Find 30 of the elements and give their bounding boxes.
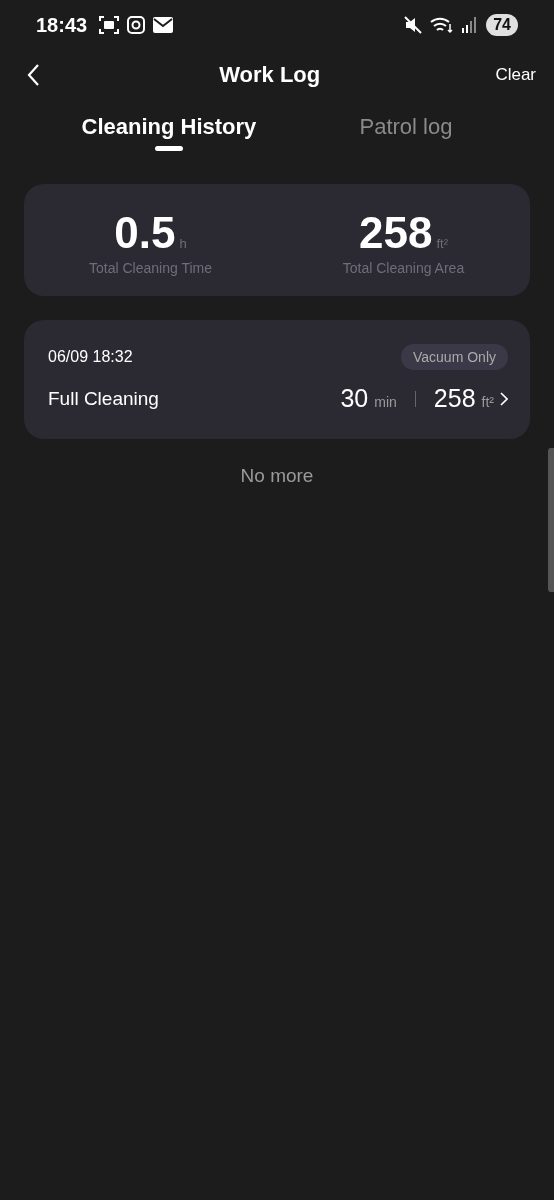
- stat-value: 0.5: [114, 208, 176, 257]
- battery-level: 74: [486, 14, 518, 36]
- mute-icon: [404, 16, 423, 34]
- stat-unit: h: [179, 236, 187, 251]
- scrollbar-thumb[interactable]: [548, 448, 554, 592]
- signal-icon: [462, 17, 479, 33]
- tab[interactable]: Patrol log: [359, 114, 453, 160]
- stat-unit: ft²: [436, 236, 448, 251]
- area-unit: ft²: [481, 394, 494, 410]
- stat-label: Total Cleaning Area: [342, 260, 465, 276]
- stat-label: Total Cleaning Time: [89, 260, 212, 276]
- record-datetime: 06/09 18:32: [48, 348, 133, 366]
- status-time: 18:43: [36, 13, 88, 37]
- wifi-icon: [430, 16, 455, 34]
- chevron-icon: [500, 391, 508, 406]
- camera-icon: [127, 16, 146, 34]
- clear-button[interactable]: Clear: [495, 65, 536, 85]
- stat-value: 258: [359, 208, 433, 257]
- screenshot-icon: [99, 16, 120, 34]
- area-value: 258: [433, 384, 476, 413]
- record-name: Full Cleaning: [48, 387, 159, 410]
- page-title: Work Log: [218, 62, 322, 88]
- mail-icon: [153, 17, 174, 33]
- end-of-list-text: No more: [239, 465, 315, 487]
- duration-unit: min: [374, 394, 397, 410]
- record-card[interactable]: 06/09 18:32 Vacuum Only Full Cleaning 30 min 258 ft²: [24, 320, 530, 439]
- back-icon[interactable]: [26, 63, 40, 87]
- duration-value: 30: [340, 384, 369, 413]
- mode-tag: Vacuum Only: [401, 344, 508, 370]
- tab[interactable]: Cleaning History: [81, 114, 257, 160]
